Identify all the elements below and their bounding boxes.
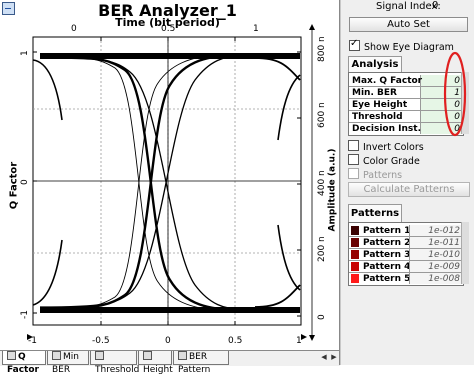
x-tick: -1 <box>28 336 37 346</box>
checkbox-box <box>348 140 359 151</box>
list-item: Pattern 3 1e-010 <box>349 249 463 261</box>
patterns-tab[interactable]: Patterns <box>348 204 402 222</box>
tab-scroll-left-icon[interactable]: ◀ <box>320 352 328 362</box>
pattern-color-swatch <box>351 226 359 235</box>
pattern-color-swatch <box>351 250 359 259</box>
show-eye-diagram-checkbox[interactable]: Show Eye Diagram <box>349 38 454 54</box>
y-tick: 1 <box>20 50 30 56</box>
tab-threshold[interactable]: Threshold <box>90 351 139 375</box>
eye-diagram-plot[interactable] <box>0 0 340 350</box>
checkbox-box <box>348 154 359 165</box>
list-item: Pattern 2 1e-011 <box>349 237 463 249</box>
list-item: Pattern 1 1e-012 <box>349 225 463 237</box>
x-top-tick: 0.5 <box>161 24 176 34</box>
patterns-checkbox[interactable]: Patterns <box>348 168 402 182</box>
x-top-tick: 1 <box>253 24 259 34</box>
signal-index-field[interactable]: 0 <box>432 0 468 12</box>
patterns-scrollbar[interactable] <box>461 222 469 284</box>
tab-height[interactable]: Height <box>138 351 173 375</box>
y-tick: -1 <box>20 310 30 319</box>
pattern-color-swatch <box>351 238 359 247</box>
checkbox-box <box>349 38 360 51</box>
x-tick: 1 <box>296 336 302 346</box>
scroll-down-arrow <box>309 335 315 341</box>
analysis-tab[interactable]: Analysis <box>348 56 402 72</box>
checkbox-box <box>348 168 359 179</box>
pattern-color-swatch <box>351 274 359 283</box>
tab-scroll-right-icon[interactable]: ▶ <box>330 352 338 362</box>
list-item: Pattern 4 1e-009 <box>349 261 463 273</box>
y-right-tick: 800 n <box>317 36 327 62</box>
x-tick: 0.5 <box>228 336 243 346</box>
x-top-tick: 0 <box>71 24 77 34</box>
patterns-table: Pattern 1 1e-012 Pattern 2 1e-011 Pattern … <box>348 222 464 286</box>
tab-icon <box>7 351 16 360</box>
side-panel: Signal Index: 0 Auto Set Show Eye Diagra… <box>341 0 474 365</box>
x-axis-arrow-right <box>301 334 307 340</box>
tab-ber-pattern[interactable]: BER Pattern <box>173 351 229 375</box>
invert-colors-checkbox[interactable]: Invert Colors <box>348 140 424 154</box>
y-axis-label: Q Factor <box>8 161 20 209</box>
x-tick: 0 <box>165 336 171 346</box>
pattern-color-swatch <box>351 262 359 271</box>
color-grade-checkbox[interactable]: Color Grade <box>348 154 420 168</box>
tab-min-ber[interactable]: Min BER <box>47 351 89 375</box>
calculate-patterns-button[interactable]: Calculate Patterns <box>348 182 470 197</box>
tab-icon <box>178 351 187 360</box>
list-item: Pattern 5 1e-008 <box>349 273 463 285</box>
red-ellipse-annotation <box>443 51 467 137</box>
y-right-tick: 600 n <box>317 102 327 128</box>
tab-icon <box>52 351 61 360</box>
y-right-tick: 0 <box>317 314 327 320</box>
x-tick: -0.5 <box>92 336 110 346</box>
tab-q-factor[interactable]: Q Factor <box>2 351 46 375</box>
tab-icon <box>143 351 152 360</box>
plot-tabs: Q Factor Min BER Threshold Height BER Pa… <box>0 350 340 375</box>
auto-set-button[interactable]: Auto Set <box>349 17 468 32</box>
tab-icon <box>95 351 104 360</box>
y-right-tick: 200 n <box>317 236 327 262</box>
scroll-up-arrow <box>309 24 315 30</box>
